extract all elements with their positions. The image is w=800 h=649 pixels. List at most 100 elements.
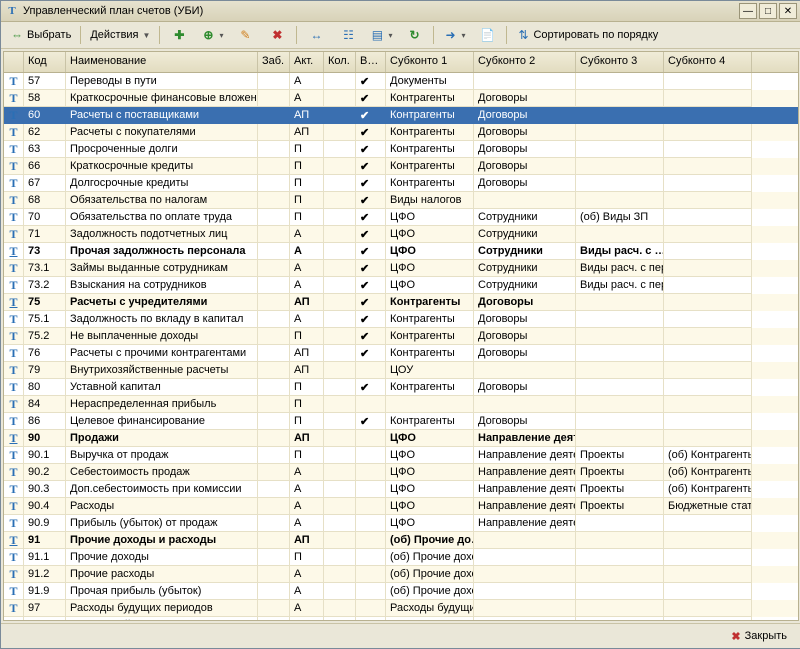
cell-s4 — [664, 566, 752, 583]
cell-code: 68 — [24, 192, 66, 209]
col-zab[interactable]: Заб. — [258, 52, 290, 72]
cell-s3 — [576, 362, 664, 379]
cell-s1: ЦФО — [386, 464, 474, 481]
table-row[interactable]: T97Расходы будущих периодовАРасходы буду… — [4, 600, 798, 617]
cell-s1: Контрагенты — [386, 107, 474, 124]
row-icon: T — [4, 498, 24, 515]
table-row[interactable]: T62Расчеты с покупателямиАП✔КонтрагентыД… — [4, 124, 798, 141]
cell-s4: (об) Контрагенты — [664, 447, 752, 464]
cell-zab — [258, 294, 290, 311]
sort-icon: ⇅ — [516, 28, 530, 42]
table-row[interactable]: T75Расчеты с учредителямиАП✔КонтрагентыД… — [4, 294, 798, 311]
cell-s1: Контрагенты — [386, 345, 474, 362]
report-button[interactable]: 📄 — [472, 24, 502, 46]
cell-s2 — [474, 192, 576, 209]
row-icon: T — [4, 362, 24, 379]
col-val[interactable]: Вал. — [356, 52, 386, 72]
go-button[interactable]: ➜▾ — [438, 24, 470, 46]
table-row[interactable]: T63Просроченные долгиП✔КонтрагентыДогово… — [4, 141, 798, 158]
table-row[interactable]: T79Внутрихозяйственные расчетыАПЦОУ — [4, 362, 798, 379]
cell-kol — [324, 311, 356, 328]
table-row[interactable]: T00ТТранзитныйАПДокументыРасшифровка — [4, 617, 798, 620]
delete-button[interactable]: ✖ — [262, 24, 292, 46]
table-row[interactable]: T67Долгосрочные кредитыП✔КонтрагентыДого… — [4, 175, 798, 192]
cell-s2: Сотрудники — [474, 243, 576, 260]
table-row[interactable]: T80Уставной капиталП✔КонтрагентыДоговоры — [4, 379, 798, 396]
table-row[interactable]: T90.2Себестоимость продажАЦФОНаправление… — [4, 464, 798, 481]
cell-s4: Бюджетные стат… — [664, 498, 752, 515]
table-row[interactable]: T91.9Прочая прибыль (убыток)А(об) Прочие… — [4, 583, 798, 600]
minimize-button[interactable]: — — [739, 3, 757, 19]
table-row[interactable]: T73.1Займы выданные сотрудникамА✔ЦФОСотр… — [4, 260, 798, 277]
cell-s1: ЦФО — [386, 447, 474, 464]
cell-zab — [258, 413, 290, 430]
table-row[interactable]: T73.2Взыскания на сотрудниковА✔ЦФОСотруд… — [4, 277, 798, 294]
cell-s1: ЦФО — [386, 226, 474, 243]
refresh-button[interactable]: ↻ — [399, 24, 429, 46]
table-row[interactable]: T90.9Прибыль (убыток) от продажАЦФОНапра… — [4, 515, 798, 532]
cell-code: 90 — [24, 430, 66, 447]
table-row[interactable]: T66Краткосрочные кредитыП✔КонтрагентыДог… — [4, 158, 798, 175]
col-icon[interactable] — [4, 52, 24, 72]
edit-button[interactable]: ✎ — [230, 24, 260, 46]
table-row[interactable]: T57Переводы в путиА✔Документы — [4, 73, 798, 90]
cell-val — [356, 532, 386, 549]
table-row[interactable]: T75.1Задолжность по вкладу в капиталА✔Ко… — [4, 311, 798, 328]
select-button[interactable]: ⇔ Выбрать — [5, 24, 76, 46]
cell-name: Прочие доходы и расходы — [66, 532, 258, 549]
cell-s2: Направление деятель… — [474, 498, 576, 515]
table-row[interactable]: T60Расчеты с поставщикамиАП✔КонтрагентыД… — [4, 107, 798, 124]
cell-s3 — [576, 328, 664, 345]
col-s2[interactable]: Субконто 2 — [474, 52, 576, 72]
sort-button[interactable]: ⇅ Сортировать по порядку — [511, 24, 663, 46]
table-row[interactable]: T86Целевое финансированиеП✔КонтрагентыДо… — [4, 413, 798, 430]
table-row[interactable]: T91.2Прочие расходыА(об) Прочие доход… — [4, 566, 798, 583]
cell-code: 90.9 — [24, 515, 66, 532]
col-s1[interactable]: Субконто 1 — [386, 52, 474, 72]
cell-zab — [258, 226, 290, 243]
table-row[interactable]: T91Прочие доходы и расходыАП(об) Прочие … — [4, 532, 798, 549]
table-row[interactable]: T90ПродажиАПЦФОНаправление деят… — [4, 430, 798, 447]
cell-val: ✔ — [356, 294, 386, 311]
cell-s4 — [664, 396, 752, 413]
col-s4[interactable]: Субконто 4 — [664, 52, 752, 72]
table-row[interactable]: T91.1Прочие доходыП(об) Прочие доход… — [4, 549, 798, 566]
table-row[interactable]: T90.4РасходыАЦФОНаправление деятель…Прое… — [4, 498, 798, 515]
cell-s1: Виды налогов — [386, 192, 474, 209]
close-button[interactable]: ✖ Закрыть — [725, 628, 793, 645]
cell-s2: Договоры — [474, 90, 576, 107]
col-kol[interactable]: Кол. — [324, 52, 356, 72]
cell-code: 80 — [24, 379, 66, 396]
cell-s1: ЦФО — [386, 515, 474, 532]
close-window-button[interactable]: ✕ — [779, 3, 797, 19]
table-row[interactable]: T71Задолжность подотчетных лицА✔ЦФОСотру… — [4, 226, 798, 243]
cell-zab — [258, 396, 290, 413]
col-s3[interactable]: Субконто 3 — [576, 52, 664, 72]
filter-button[interactable]: ▤▾ — [365, 24, 397, 46]
table-row[interactable]: T58Краткосрочные финансовые вложенияА✔Ко… — [4, 90, 798, 107]
table-row[interactable]: T76Расчеты с прочими контрагентамиАП✔Кон… — [4, 345, 798, 362]
grid-body[interactable]: T57Переводы в путиА✔ДокументыT58Краткоср… — [4, 73, 798, 620]
col-name[interactable]: Наименование — [66, 52, 258, 72]
table-row[interactable]: T68Обязательства по налогамП✔Виды налого… — [4, 192, 798, 209]
cell-s3 — [576, 175, 664, 192]
cell-act: АП — [290, 124, 324, 141]
add-child-button[interactable]: ⊕▾ — [196, 24, 228, 46]
table-row[interactable]: T84Нераспределенная прибыльП — [4, 396, 798, 413]
edit-icon: ✎ — [238, 28, 252, 42]
table-row[interactable]: T90.3Доп.себестоимость при комиссииАЦФОН… — [4, 481, 798, 498]
table-row[interactable]: T75.2Не выплаченные доходыП✔КонтрагентыД… — [4, 328, 798, 345]
actions-menu[interactable]: Действия ▼ — [85, 24, 155, 46]
add-button[interactable]: ✚ — [164, 24, 194, 46]
move-button[interactable]: ↔ — [301, 24, 331, 46]
col-code[interactable]: Код — [24, 52, 66, 72]
table-row[interactable]: T70Обязательства по оплате трудаП✔ЦФОСот… — [4, 209, 798, 226]
col-act[interactable]: Акт. — [290, 52, 324, 72]
cell-s4 — [664, 107, 752, 124]
cell-code: 75.2 — [24, 328, 66, 345]
table-row[interactable]: T90.1Выручка от продажПЦФОНаправление де… — [4, 447, 798, 464]
cell-code: 73.1 — [24, 260, 66, 277]
hierarchy-button[interactable]: ☷ — [333, 24, 363, 46]
maximize-button[interactable]: □ — [759, 3, 777, 19]
table-row[interactable]: T73Прочая задолжность персоналаА✔ЦФОСотр… — [4, 243, 798, 260]
